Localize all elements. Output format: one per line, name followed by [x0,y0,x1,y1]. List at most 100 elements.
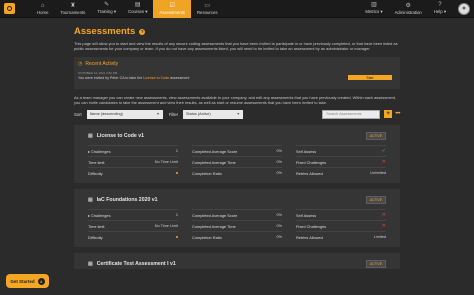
nav-item-label: Resources [196,9,218,15]
stat-cell: Completed Average Time 0% [192,156,282,167]
nav-item[interactable]: ⌂ Home [31,0,54,18]
stat-cell: Time limit No Time Limit [88,220,178,231]
book-icon: ▤ [134,2,141,8]
stat-value: 0% [276,149,283,153]
manager-description: As a team manager you can create new ass… [74,95,396,105]
assessment-card: ▤ Certificate Test Assessment I v1 ACTIVE [74,253,400,269]
page-title-row: Assessments ? [74,26,400,37]
stat-label: Self Assess [296,212,317,218]
stat-label: Completed Average Time [192,223,236,229]
avatar[interactable]: ● [458,2,470,15]
stat-label: ▸ Challenges [88,213,111,218]
stat-cell: Time limit No Time Limit [88,156,178,167]
stat-label: Completed Average Score [192,148,238,154]
assessment-title-row: ▤ License to Code v1 [88,131,386,141]
stat-label: Retries Allowed [296,170,323,176]
stat-label: Retries Allowed [296,234,323,240]
logo-icon[interactable] [4,3,15,14]
stat-value: No Time Limit [154,160,178,164]
stat-cell: Completed Average Score 0% [192,209,282,220]
nav-item[interactable]: ▤ Courses ▾ [122,0,153,18]
stat-label: Difficulty [88,234,103,240]
nav-item-label: Tournaments [60,9,86,15]
difficulty-indicator [175,171,178,175]
assessment-stats: ▸ Challenges 1 Completed Average Score 0% Se… [88,209,386,242]
stat-value: Limited [373,235,386,239]
assessment-title[interactable]: IaC Foundations 2020 v1 [97,197,158,203]
stat-value: 0% [276,171,283,175]
assessment-stats: ▸ Challenges 1 Completed Average Score 0% Se… [88,145,386,178]
help-icon: ? [438,2,442,8]
stat-value: 0% [276,235,283,239]
status-badge: ACTIVE [365,196,386,204]
checklist-icon: ☑ [169,2,175,9]
assessment-title[interactable]: Certificate Test Assessment I v1 [97,261,176,267]
document-icon: ▤ [88,261,93,267]
stat-cell: Difficulty [88,167,178,178]
nav-item[interactable]: ♜ Tournaments [54,0,91,18]
nav-item[interactable]: ▭ Resources [191,0,224,18]
nav-item[interactable]: ☑ Assessments [153,0,191,18]
stat-cell: Self Assess ✕ [296,209,386,220]
close-icon: ✕ [381,159,386,165]
stat-label: Self Assess [296,148,317,154]
stat-value: 0% [276,224,283,228]
close-icon: ✕ [381,223,386,229]
status-badge: ACTIVE [365,132,386,140]
stat-cell: Completed Average Time 0% [192,220,282,231]
difficulty-indicator [175,235,178,239]
filter-bar: Sort Name (descending) ▼ Filter Status (… [74,109,400,119]
stat-label: Time limit [88,159,105,165]
nav-item-label: Assessments [159,9,185,15]
chevron-down-icon: ▼ [156,112,160,116]
get-started-button[interactable]: Get Started 4 [6,274,49,288]
help-icon[interactable]: ? [139,28,146,35]
stat-cell: Completion Ratio 0% [192,231,282,242]
get-started-label: Get Started [10,278,35,284]
nav-item-label: Help ▾ [433,9,446,14]
more-options-icon[interactable]: ••• [395,111,400,117]
stat-label: ▸ Challenges [88,149,111,154]
stat-cell: ▸ Challenges 1 [88,209,178,220]
filter-label: Filter [168,111,178,117]
stat-value: 1 [175,149,178,153]
sort-label: Sort [74,111,82,117]
nav-items: ⌂ Home ♜ Tournaments ✎ Training ▾ ▤ Courses ▾ ☑ A… [31,0,224,18]
assessment-title-row: ▤ Certificate Test Assessment I v1 [88,259,386,269]
document-icon: ▤ [88,197,93,203]
get-started-count: 4 [37,277,45,285]
nav-item[interactable]: ▥ Metrics ▾ [359,0,388,18]
assessment-title[interactable]: License to Code v1 [97,133,144,139]
stat-cell: Difficulty [88,231,178,242]
start-button[interactable]: Start [348,75,392,80]
sort-select[interactable]: Name (descending) ▼ [86,109,163,119]
recent-activity-panel: ◷ Recent Activity OCTOBER 14, 2021 3:52 … [74,57,400,89]
stat-cell: Self Assess ✓ [296,145,386,156]
activity-message-prefix: You were invited by Peter CA to take the [78,76,144,80]
nav-item[interactable]: ? Help ▾ [428,0,452,18]
stat-value: No Time Limit [154,224,178,228]
clock-icon: ◷ [78,61,83,67]
stat-cell: ▸ Challenges 1 [88,145,178,156]
filter-select[interactable]: Status (Active) ▼ [183,109,243,119]
stat-label-text: Challenges [91,212,111,218]
status-badge: ACTIVE [365,260,386,268]
add-assessment-button[interactable]: + [384,110,393,118]
assessment-card: ▤ IaC Foundations 2020 v1 ACTIVE ▸ Challeng… [74,189,400,247]
activity-assessment-link[interactable]: License to Code [143,76,169,80]
nav-item-label: Administration [394,9,422,15]
stat-cell: Fixed Challenges ✕ [296,220,386,231]
stat-label-text: Challenges [91,148,111,154]
stat-label: Time limit [88,223,105,229]
close-icon: ✕ [381,212,386,218]
search-input[interactable]: Search Assessments [322,109,381,119]
nav-item[interactable]: ⚙ Administration [389,0,428,18]
recent-activity-header: ◷ Recent Activity [78,61,396,67]
assessment-list: ▤ License to Code v1 ACTIVE ▸ Challenges 1 Co… [74,125,400,269]
document-icon: ▤ [88,133,93,139]
nav-item[interactable]: ✎ Training ▾ [91,0,122,18]
stat-cell: Retries Allowed Unlimited [296,167,386,178]
filter-select-value: Status (Active) [186,112,211,116]
stat-cell: Completion Ratio 0% [192,167,282,178]
stat-label: Completed Average Time [192,159,236,165]
